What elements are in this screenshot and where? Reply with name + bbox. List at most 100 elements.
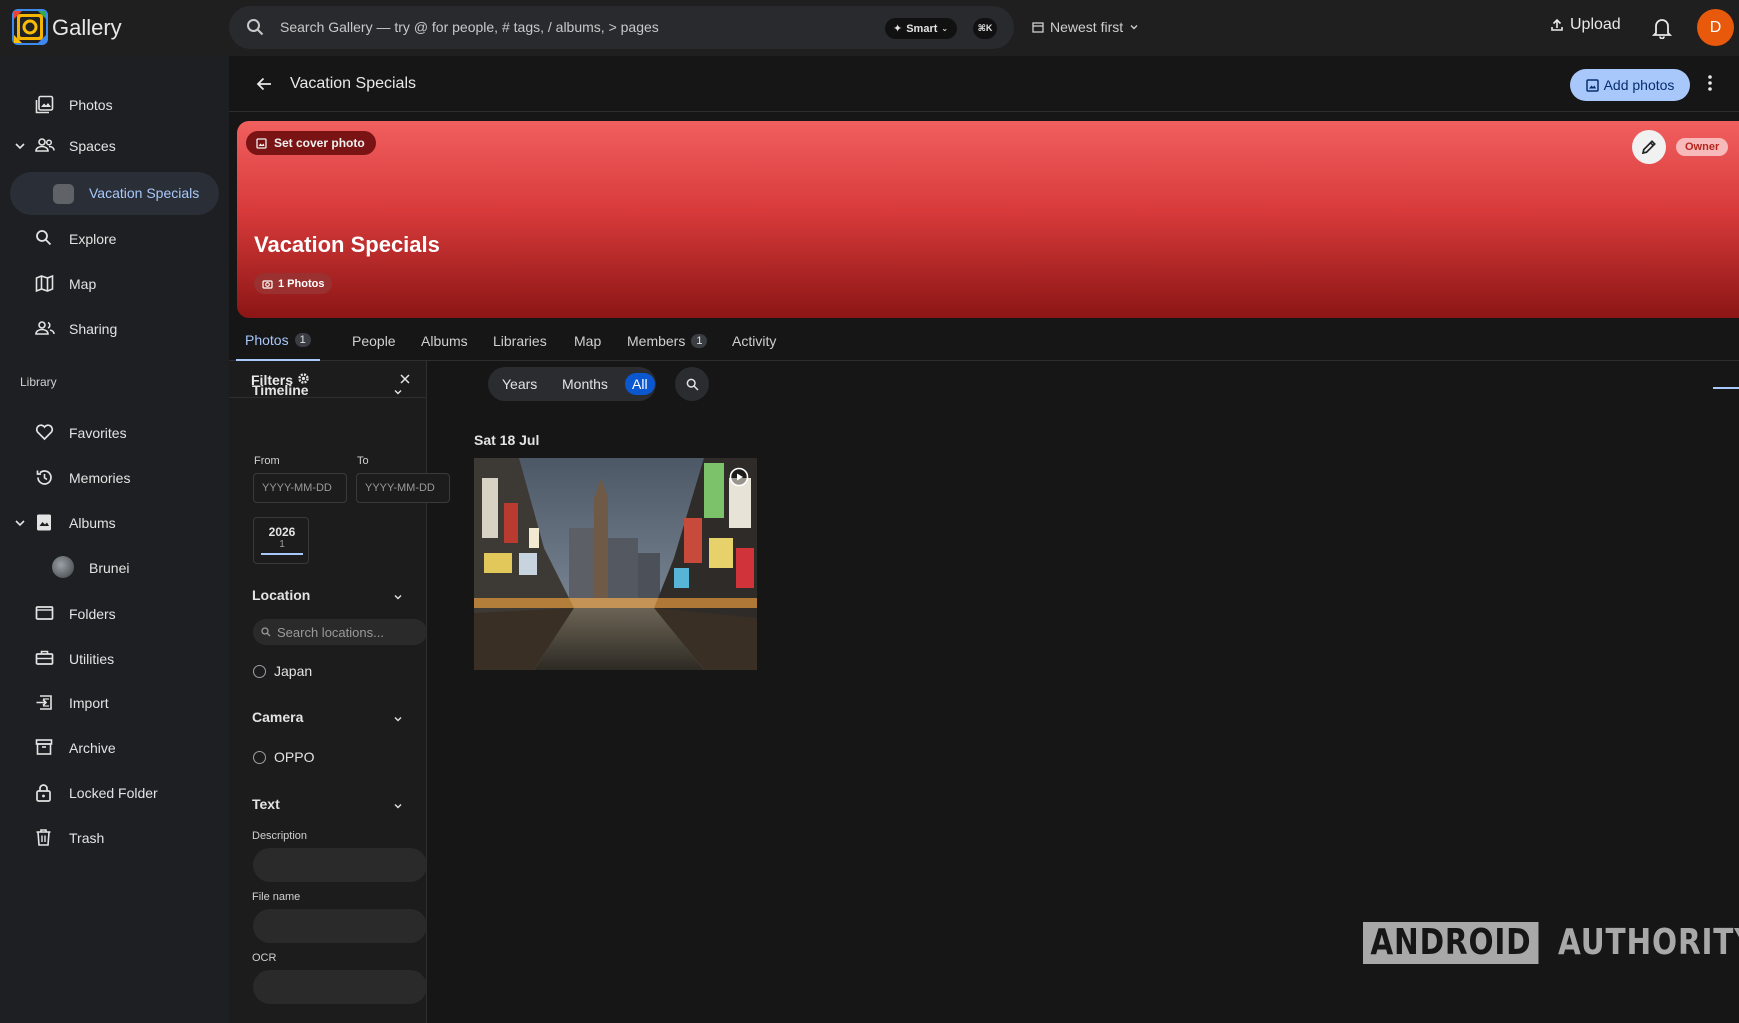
smart-label: Smart [906,22,938,35]
location-search-placeholder: Search locations... [277,624,384,640]
space-title: Vacation Specials [254,232,440,257]
sidebar-item-archive[interactable]: Archive [0,728,228,768]
sidebar-label: Favorites [69,425,127,441]
chevron-down-icon[interactable] [14,140,26,152]
tab-photos[interactable]: Photos 1 [236,321,320,361]
radio-button[interactable] [253,750,266,764]
sidebar-item-folders[interactable]: Folders [0,594,228,634]
file-name-label: File name [252,891,301,903]
page-title: Vacation Specials [290,75,416,92]
sidebar-label: Explore [69,231,117,247]
more-vert-icon[interactable] [1707,74,1713,92]
upload-button[interactable]: Upload [1550,16,1621,34]
sidebar-item-photos[interactable]: Photos [0,85,228,125]
file-name-input[interactable] [253,909,427,943]
sidebar-item-favorites[interactable]: Favorites [0,413,228,453]
chevron-down-icon[interactable] [393,387,403,397]
location-search-input[interactable]: Search locations... [253,619,427,645]
location-heading[interactable]: Location [252,587,310,603]
all-button[interactable]: All [625,373,655,395]
image-icon [256,137,267,149]
history-icon [35,468,54,487]
album-thumbnail [52,556,74,578]
search-bar[interactable]: Search Gallery — try @ for people, # tag… [229,6,1014,49]
chevron-down-icon: ⌄ [941,24,949,33]
owner-role-badge: Owner [1676,138,1729,156]
sidebar-item-sharing[interactable]: Sharing [0,309,228,349]
photo-count-label: 1 Photos [278,277,325,290]
tab-members[interactable]: Members 1 [627,321,708,361]
year-chip-2026[interactable]: 2026 1 [253,517,309,564]
space-thumbnail [53,184,74,204]
sidebar-item-vacation-specials[interactable]: Vacation Specials [10,172,219,215]
sidebar-item-locked-folder[interactable]: Locked Folder [0,773,228,813]
search-placeholder[interactable]: Search Gallery — try @ for people, # tag… [280,19,659,35]
add-photos-button[interactable]: Add photos [1570,69,1690,101]
sidebar-item-map[interactable]: Map [0,264,228,304]
sidebar-item-spaces[interactable]: Spaces [0,126,228,166]
search-icon [35,229,53,247]
date-from-input[interactable]: YYYY-MM-DD [253,473,347,503]
sidebar-item-utilities[interactable]: Utilities [0,639,228,679]
sparkle-icon: ✦ [893,23,903,35]
ocr-label: OCR [252,952,277,964]
user-avatar[interactable]: D [1697,9,1734,46]
app-brand: Gallery [52,15,122,40]
radio-button[interactable] [253,664,266,678]
date-to-input[interactable]: YYYY-MM-DD [356,473,450,503]
timeline-heading[interactable]: Timeline [252,382,309,398]
year-selected-indicator [261,553,303,555]
ocr-input[interactable] [253,970,427,1004]
sort-dropdown[interactable]: Newest first [1032,19,1139,35]
map-icon [35,274,54,293]
sidebar-item-memories[interactable]: Memories [0,458,228,498]
folder-icon [35,604,54,621]
set-cover-photo-button[interactable]: Set cover photo [246,131,376,155]
notifications-bell-icon[interactable] [1652,17,1672,39]
upload-label: Upload [1570,16,1621,33]
sidebar-item-album-brunei[interactable]: Brunei [52,556,228,580]
photo-thumbnail[interactable] [474,458,757,670]
sidebar-item-trash[interactable]: Trash [0,818,228,858]
tab-label: Activity [732,333,777,349]
smart-search-toggle[interactable]: ✦ Smart ⌄ [885,18,958,39]
back-arrow-icon[interactable] [256,76,272,92]
sidebar-item-explore[interactable]: Explore [0,219,228,259]
chevron-down-icon[interactable] [393,592,403,602]
trash-icon [35,828,52,847]
sidebar-label: Photos [69,97,113,113]
chevron-down-icon[interactable] [14,517,26,529]
tab-people[interactable]: People [352,321,396,361]
photos-icon [35,95,54,114]
android-authority-watermark: ANDROID AUTHORITY [1363,922,1739,964]
description-input[interactable] [253,848,427,882]
search-icon [261,627,271,637]
space-tabs: Photos 1 People Albums Libraries Map Mem… [229,321,1739,361]
camera-option-oppo[interactable]: OPPO [253,749,314,765]
tab-activity[interactable]: Activity [732,321,776,361]
close-icon[interactable] [400,374,410,384]
months-button[interactable]: Months [562,373,608,395]
sidebar-item-import[interactable]: Import [0,683,228,723]
scrubber-indicator[interactable] [1713,387,1739,389]
gallery-logo-icon[interactable] [12,9,48,45]
years-button[interactable]: Years [502,373,537,395]
timeline-search-button[interactable] [675,367,709,401]
camera-heading[interactable]: Camera [252,709,303,725]
text-heading[interactable]: Text [252,796,280,812]
tab-map[interactable]: Map [574,321,601,361]
tab-label: People [352,333,396,349]
location-option-japan[interactable]: Japan [253,663,312,679]
tab-albums[interactable]: Albums [421,321,468,361]
sidebar-label: Sharing [69,321,118,337]
camera-icon [262,279,273,289]
album-icon [35,513,53,532]
chevron-down-icon[interactable] [393,714,403,724]
tab-libraries[interactable]: Libraries [493,321,547,361]
tab-label: Albums [421,333,468,349]
sort-label: Newest first [1050,19,1124,35]
play-video-icon[interactable] [729,467,749,487]
edit-space-button[interactable] [1632,130,1666,164]
sidebar-item-albums[interactable]: Albums [0,503,228,543]
chevron-down-icon[interactable] [393,801,403,811]
